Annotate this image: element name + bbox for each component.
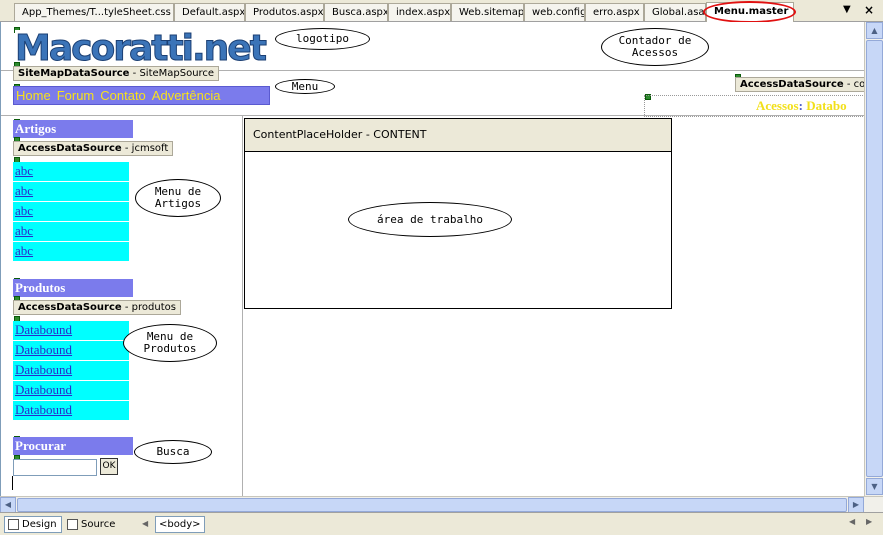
produto-link[interactable]: Databound xyxy=(13,341,129,361)
note-menu-produtos: Menu de Produtos xyxy=(123,324,217,362)
tab-busca[interactable]: Busca.aspx xyxy=(324,3,388,21)
content-placeholder-header: ContentPlaceHolder - CONTENT xyxy=(245,119,671,152)
artigos-header: Artigos xyxy=(13,120,133,138)
tab-produtos[interactable]: Produtos.aspx xyxy=(245,3,324,21)
site-menu: Home Forum Contato Advertência xyxy=(13,86,270,105)
scroll-left-button[interactable]: ◀ xyxy=(0,497,16,513)
tab-web-sitemap[interactable]: Web.sitemap xyxy=(451,3,524,21)
note-contador: Contador de Acessos xyxy=(601,28,709,66)
source-view-label: Source xyxy=(81,519,116,530)
tab-global-asax[interactable]: Global.asax xyxy=(644,3,706,21)
source-view-button[interactable]: Source xyxy=(64,516,119,533)
artigo-link[interactable]: abc xyxy=(13,242,129,262)
divider xyxy=(242,115,243,496)
menu-item-forum[interactable]: Forum xyxy=(57,88,95,103)
counter-label: Acessos xyxy=(756,98,799,113)
counter-separator: : xyxy=(798,98,803,113)
breadcrumb-back-icon[interactable]: ◀ xyxy=(142,519,148,528)
design-view-icon xyxy=(8,519,19,530)
tag-breadcrumb[interactable]: <body> xyxy=(155,516,205,533)
viewbar-scroll-right-icon[interactable]: ▶ xyxy=(866,517,872,526)
menu-item-advertencia[interactable]: Advertência xyxy=(152,88,221,103)
search-input[interactable] xyxy=(13,459,97,476)
produtos-header: Produtos xyxy=(13,279,133,297)
artigo-link[interactable]: abc xyxy=(13,162,129,182)
produto-link[interactable]: Databound xyxy=(13,401,129,421)
artigo-link[interactable]: abc xyxy=(13,202,129,222)
note-area-trabalho: área de trabalho xyxy=(348,202,512,237)
produto-link[interactable]: Databound xyxy=(13,381,129,401)
produto-link[interactable]: Databound xyxy=(13,361,129,381)
horizontal-scroll-thumb[interactable] xyxy=(17,498,847,512)
logo-text: Macoratti.net xyxy=(15,28,268,70)
design-view-button[interactable]: Design xyxy=(4,516,62,533)
note-menu-artigos: Menu de Artigos xyxy=(135,179,221,217)
tab-stylesheet[interactable]: App_Themes/T...tyleSheet.css xyxy=(14,3,174,21)
procurar-header: Procurar xyxy=(13,437,133,455)
scroll-down-button[interactable]: ▼ xyxy=(866,478,883,495)
search-button[interactable]: OK xyxy=(100,458,118,475)
tab-default[interactable]: Default.aspx xyxy=(174,3,245,21)
artigos-datasource-tag[interactable]: AccessDataSource - jcmsoft xyxy=(13,141,174,156)
note-menu: Menu xyxy=(275,79,335,94)
access-counter: Acessos: Databo xyxy=(756,98,847,114)
tab-web-config[interactable]: web.config xyxy=(524,3,585,21)
document-tab-bar: App_Themes/T...tyleSheet.css Default.asp… xyxy=(0,0,883,23)
view-switcher-bar: Design Source ◀ <body> ◀ ▶ xyxy=(0,512,883,535)
sitemap-datasource-tag[interactable]: SiteMapDataSource - SiteMapSource xyxy=(13,66,220,81)
scroll-right-button[interactable]: ▶ xyxy=(848,497,864,513)
vertical-scrollbar[interactable]: ▲ ▼ xyxy=(864,22,883,496)
artigo-link[interactable]: abc xyxy=(13,222,129,242)
design-surface[interactable]: Macoratti.net logotipo Contador de Acess… xyxy=(0,22,864,496)
logo-image[interactable]: Macoratti.net xyxy=(15,28,268,70)
tab-menu-master[interactable]: Menu.master xyxy=(706,2,794,22)
produtos-datasource-tag[interactable]: AccessDataSource - produtos xyxy=(13,300,181,315)
tab-dropdown-icon[interactable]: ▼ xyxy=(843,4,851,15)
counter-value: Databo xyxy=(806,98,847,113)
tab-index[interactable]: index.aspx xyxy=(388,3,451,21)
source-view-icon xyxy=(67,519,78,530)
artigo-link[interactable]: abc xyxy=(13,182,129,202)
menu-item-contato[interactable]: Contato xyxy=(100,88,146,103)
note-logotipo: logotipo xyxy=(275,28,370,50)
counter-datasource-tag[interactable]: AccessDataSource - conta xyxy=(735,77,864,92)
note-busca: Busca xyxy=(134,440,212,464)
design-view-label: Design xyxy=(22,519,57,530)
viewbar-scroll-left-icon[interactable]: ◀ xyxy=(849,517,855,526)
tab-erro[interactable]: erro.aspx xyxy=(585,3,644,21)
vertical-scroll-thumb[interactable] xyxy=(866,40,883,477)
menu-item-home[interactable]: Home xyxy=(16,88,51,103)
horizontal-scrollbar[interactable]: ◀ ▶ xyxy=(0,496,883,513)
scroll-up-button[interactable]: ▲ xyxy=(866,22,883,39)
text-caret xyxy=(12,476,13,490)
produto-link[interactable]: Databound xyxy=(13,321,129,341)
close-icon[interactable]: × xyxy=(864,3,874,17)
